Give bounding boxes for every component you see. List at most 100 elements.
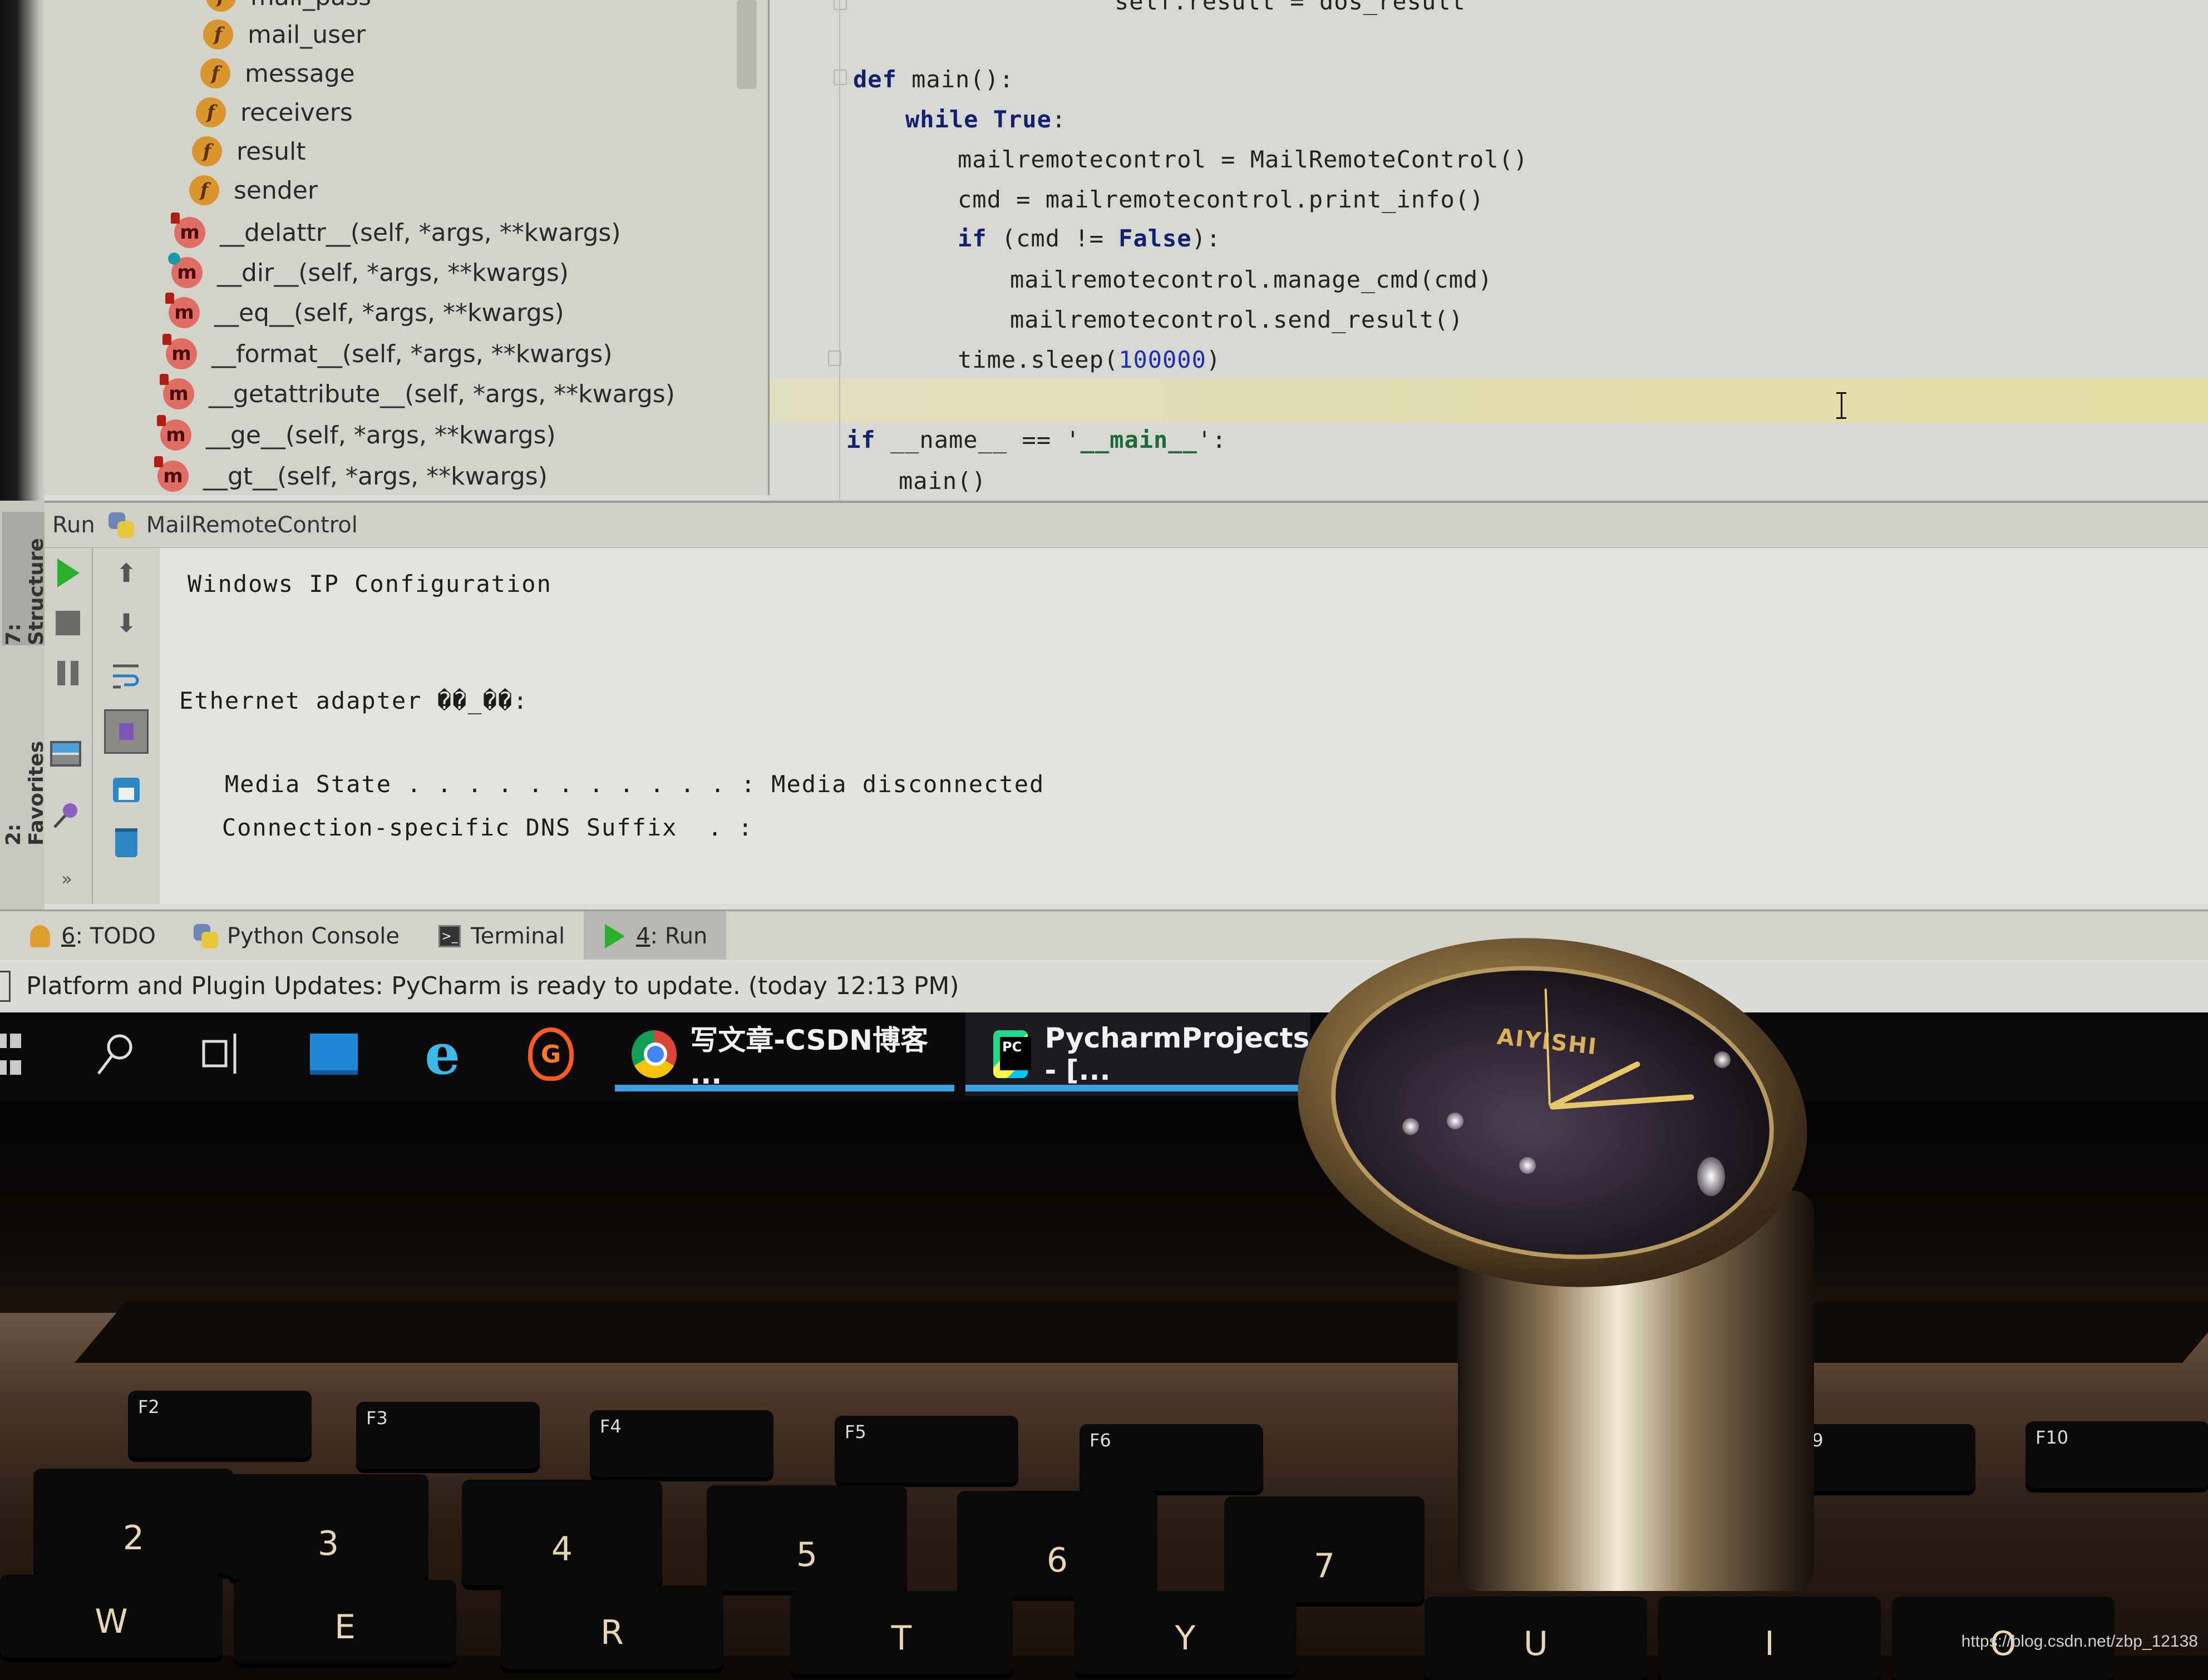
side-tab-structure[interactable]: 7: Structure: [2, 512, 48, 645]
code-text: time.sleep(: [958, 346, 1119, 373]
layout-icon[interactable]: [49, 737, 82, 770]
structure-method-item[interactable]: m __format__(self, *args, **kwargs): [162, 334, 613, 372]
structure-item-label: result: [236, 137, 306, 166]
print-icon[interactable]: [110, 773, 143, 807]
field-icon: f: [192, 136, 222, 166]
down-arrow-icon[interactable]: ⬇: [110, 606, 143, 640]
keyboard-key-5[interactable]: 5: [707, 1485, 907, 1591]
structure-field-item[interactable]: f sender: [189, 172, 318, 208]
lock-icon: [171, 213, 180, 224]
code-text: mailremotecontrol.manage_cmd(cmd): [1010, 266, 1493, 293]
taskbar-app-chrome-label: 写文章-CSDN博客 ...: [690, 1024, 929, 1090]
fold-marker-icon[interactable]: [834, 70, 847, 85]
run-toolbar-primary: »: [45, 548, 93, 904]
keyboard-key-y[interactable]: Y: [1074, 1591, 1297, 1674]
console-line: Media State . . . . . . . . . . . : Medi…: [179, 770, 1045, 798]
keyboard-key-f6[interactable]: F6: [1080, 1424, 1263, 1491]
tab-python-console[interactable]: Python Console: [175, 911, 418, 961]
keyboard-key-f5[interactable]: F5: [835, 1416, 1018, 1483]
light-glint: [1447, 1113, 1463, 1129]
console-line: Connection-specific DNS Suffix . :: [176, 814, 753, 841]
run-console[interactable]: Windows IP Configuration Ethernet adapter…: [160, 548, 2208, 904]
code-text: ): [1206, 346, 1221, 373]
tab-todo[interactable]: 6: TODO: [0, 911, 175, 961]
code-editor[interactable]: self.result = dos_result def main(): while…: [770, 0, 2208, 501]
soft-wrap-icon[interactable]: [110, 659, 143, 693]
keyboard-key-f10[interactable]: F10: [2025, 1421, 2208, 1488]
keyboard-key-u[interactable]: U: [1425, 1597, 1647, 1680]
lock-icon: [160, 374, 169, 385]
keyboard-key-7[interactable]: 7: [1224, 1496, 1425, 1602]
structure-scrollbar[interactable]: [737, 0, 757, 89]
status-bar: Platform and Plugin Updates: PyCharm is …: [0, 960, 2208, 1012]
keyboard-key-e[interactable]: E: [234, 1580, 456, 1663]
trash-icon[interactable]: [110, 826, 143, 859]
up-arrow-icon[interactable]: ⬆: [110, 556, 143, 590]
side-tab-favorites[interactable]: 2: Favorites: [2, 712, 48, 846]
tab-terminal[interactable]: >_ Terminal: [418, 911, 584, 961]
structure-field-item[interactable]: f receivers: [196, 95, 353, 130]
run-icon: [603, 924, 627, 948]
tab-python-console-label: Python Console: [226, 923, 400, 949]
taskbar-app-chrome[interactable]: 写文章-CSDN博客 ...: [615, 1012, 954, 1096]
keyboard-key-r[interactable]: R: [501, 1585, 723, 1669]
keyboard-key-i[interactable]: I: [1658, 1597, 1881, 1680]
code-line: if __name__ == '__main__':: [846, 426, 1226, 453]
more-actions-icon[interactable]: »: [50, 862, 83, 896]
structure-field-item[interactable]: f mail_user: [203, 17, 366, 52]
structure-field-item[interactable]: f result: [192, 134, 305, 169]
run-config-name[interactable]: MailRemoteControl: [146, 512, 358, 538]
g-app-icon[interactable]: G: [523, 1027, 579, 1081]
code-line: mailremotecontrol.send_result(): [1010, 306, 1463, 333]
keyboard-key-2[interactable]: 2: [33, 1469, 234, 1574]
structure-method-item[interactable]: m __getattribute__(self, *args, **kwargs): [160, 374, 675, 412]
status-message[interactable]: Platform and Plugin Updates: PyCharm is …: [26, 972, 959, 1000]
active-indicator: [965, 1085, 1310, 1091]
pause-icon[interactable]: [51, 656, 85, 690]
tab-run[interactable]: 4: Run: [584, 911, 727, 961]
structure-method-item[interactable]: m __ge__(self, *args, **kwargs): [157, 415, 556, 453]
structure-item-label: sender: [234, 176, 318, 205]
keyboard-key-3[interactable]: 3: [228, 1474, 428, 1580]
lock-icon: [165, 293, 174, 304]
taskbar-app-pycharm-label: PycharmProjects - [...: [1044, 1022, 1310, 1086]
blue-app-icon[interactable]: [309, 1029, 359, 1079]
tab-todo-label: : TODO: [75, 923, 156, 949]
structure-method-item[interactable]: m __dir__(self, *args, **kwargs): [168, 253, 569, 290]
structure-method-item[interactable]: m __eq__(self, *args, **kwargs): [165, 293, 564, 330]
keyboard-key-t[interactable]: T: [790, 1591, 1013, 1674]
code-keyword: False: [1118, 225, 1192, 252]
taskbar-app-pycharm[interactable]: PycharmProjects - [...: [965, 1012, 1310, 1096]
keyboard-key-w[interactable]: W: [0, 1574, 223, 1658]
keyboard-key-f4[interactable]: F4: [590, 1410, 773, 1477]
rerun-icon[interactable]: [51, 556, 85, 590]
text-cursor-icon: [1835, 392, 1847, 419]
task-view-icon[interactable]: [200, 1029, 245, 1079]
keyboard-key-6[interactable]: 6: [957, 1491, 1157, 1597]
structure-item-label: __dir__(self, *args, **kwargs): [217, 258, 569, 287]
keyboard-key-f9[interactable]: F9: [1792, 1424, 1975, 1491]
internet-explorer-icon[interactable]: e: [415, 1021, 470, 1087]
pin-icon[interactable]: [49, 798, 82, 832]
console-line: Windows IP Configuration: [188, 570, 552, 597]
scroll-to-end-icon[interactable]: [104, 709, 149, 754]
structure-method-item[interactable]: m __gt__(self, *args, **kwargs): [154, 456, 548, 494]
search-icon[interactable]: [92, 1029, 136, 1079]
fold-marker-icon[interactable]: [834, 0, 847, 10]
structure-field-item[interactable]: f mail_pass: [206, 0, 371, 14]
structure-field-item[interactable]: f message: [200, 56, 355, 91]
event-log-icon[interactable]: [0, 970, 11, 1002]
structure-method-item[interactable]: m __delattr__(self, *args, **kwargs): [171, 213, 621, 250]
keyboard-key-f2[interactable]: F2: [128, 1391, 312, 1457]
code-text: main():: [896, 66, 1014, 93]
stop-icon[interactable]: [51, 606, 85, 640]
terminal-icon: >_: [437, 924, 462, 948]
method-icon: m: [168, 253, 203, 288]
keyboard-key-f3[interactable]: F3: [356, 1402, 540, 1469]
keyboard-key-4[interactable]: 4: [462, 1480, 662, 1585]
windows-start-icon[interactable]: [0, 1029, 22, 1079]
code-line: main(): [899, 467, 987, 495]
fold-marker-icon[interactable]: [828, 350, 841, 366]
python-icon: [108, 512, 134, 538]
run-tool-window-header: Run MailRemoteControl: [45, 501, 2208, 549]
